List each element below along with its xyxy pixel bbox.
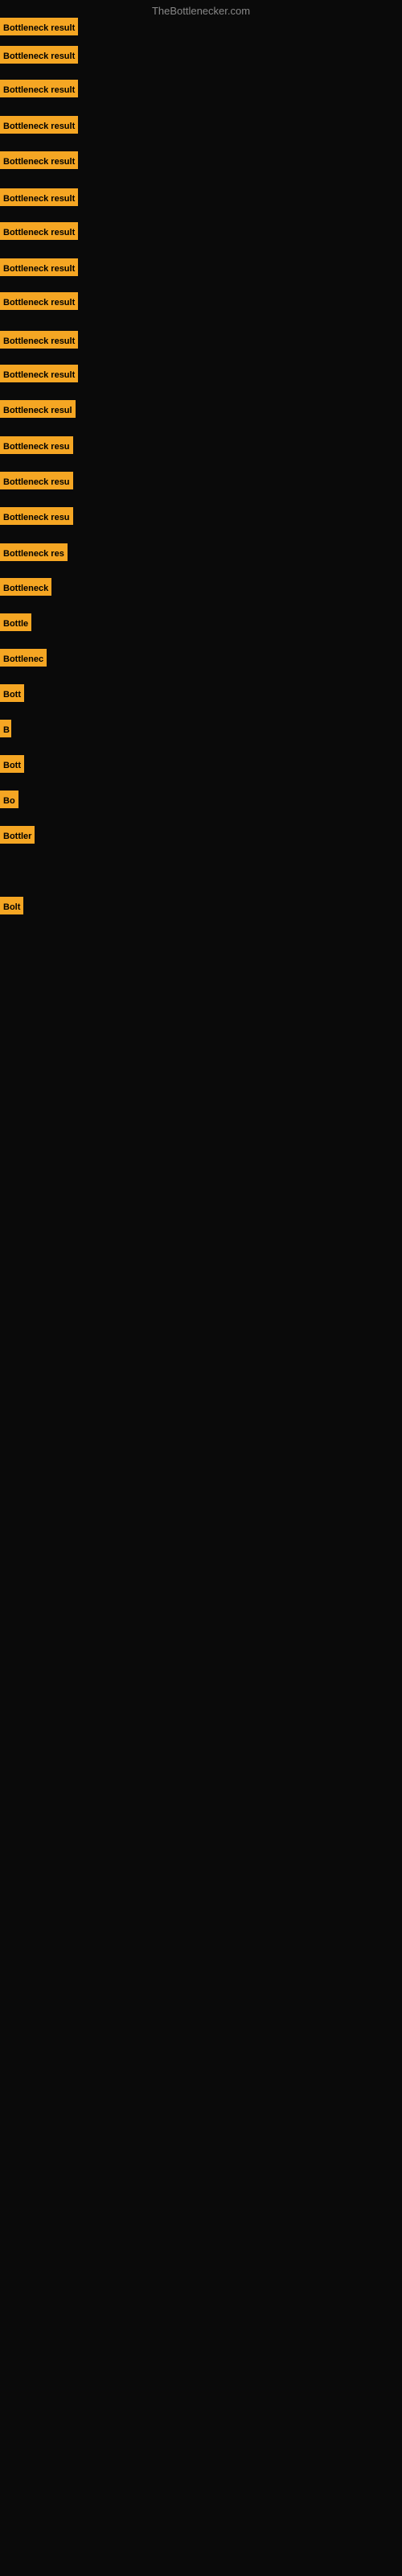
bottleneck-badge: Bottleneck result <box>0 222 78 240</box>
bottleneck-badge: Bottleneck result <box>0 151 78 169</box>
bottleneck-badge: B <box>0 720 11 737</box>
bottleneck-badge: Bott <box>0 684 24 702</box>
bottleneck-badge: Bottleneck result <box>0 80 78 97</box>
bottleneck-badge: Bottleneck result <box>0 258 78 276</box>
site-title: TheBottlenecker.com <box>152 5 250 17</box>
bottleneck-badge: Bott <box>0 755 24 773</box>
bottleneck-badge: Bottleneck result <box>0 365 78 382</box>
bottleneck-badge: Bottleneck result <box>0 18 78 35</box>
bottleneck-badge: Bottleneck resu <box>0 436 73 454</box>
bottleneck-badge: Bottleneck <box>0 578 51 596</box>
bottleneck-badge: Bottle <box>0 613 31 631</box>
bottleneck-badge: Bottleneck resu <box>0 472 73 489</box>
bottleneck-badge: Bottleneck result <box>0 292 78 310</box>
bottleneck-badge: Bottleneck res <box>0 543 68 561</box>
text-cursor <box>0 720 2 733</box>
bottleneck-badge: Bottleneck result <box>0 331 78 349</box>
bottleneck-badge: Bottleneck result <box>0 46 78 64</box>
bottleneck-badge: Bottleneck result <box>0 188 78 206</box>
bottleneck-badge: Bottleneck resul <box>0 400 76 418</box>
bottleneck-badge: Bottleneck result <box>0 116 78 134</box>
bottleneck-badge: Bottlenec <box>0 649 47 667</box>
bottleneck-badge: Bottleneck resu <box>0 507 73 525</box>
bottleneck-badge: Bottler <box>0 826 35 844</box>
bottleneck-badge: Bo <box>0 791 18 808</box>
bottleneck-badge: Bolt <box>0 897 23 914</box>
